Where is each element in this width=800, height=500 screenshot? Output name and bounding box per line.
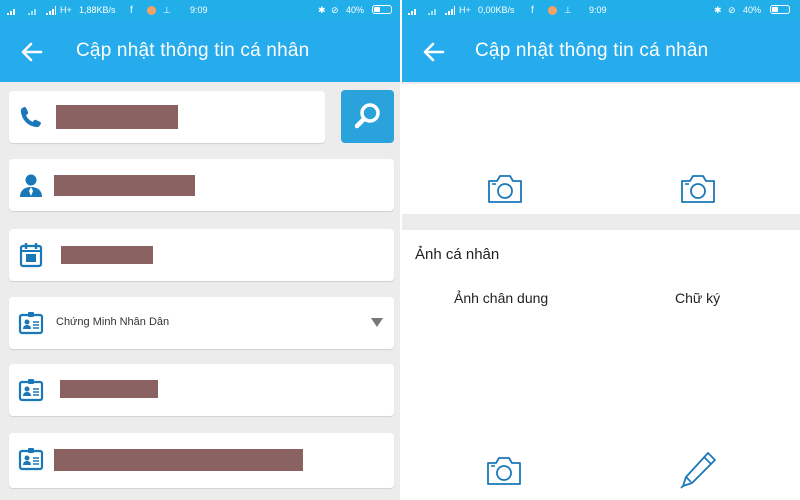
mic-icon: ⊥ [163,5,171,15]
back-arrow-icon[interactable] [19,39,45,65]
app-notification-icon [147,6,156,15]
mic-icon: ⊥ [564,5,572,15]
portrait-label: Ảnh chân dung [454,290,549,306]
rotation-icon: ⊘ [331,5,339,15]
search-icon [354,103,380,129]
app-bar: Cập nhật thông tin cá nhân [402,21,800,82]
page-title: Cập nhật thông tin cá nhân [76,40,310,61]
signal-icon [428,9,436,15]
facebook-icon: f [130,5,133,16]
facebook-icon: f [531,5,534,16]
phone-field[interactable] [9,91,325,143]
id-type-select[interactable]: Chứng Minh Nhân Dân [9,297,394,349]
rotation-icon: ⊘ [728,5,736,15]
person-icon [20,174,42,197]
battery-icon [770,5,790,14]
camera-icon[interactable] [678,173,718,205]
signature-label: Chữ ký [675,290,721,306]
redacted-value [61,246,153,264]
signal-icon [46,6,56,15]
id-issue-field[interactable] [9,433,394,488]
page-title: Cập nhật thông tin cá nhân [475,40,709,61]
personal-photo-panel: Ảnh cá nhân Ảnh chân dung Chữ ký [402,230,800,500]
pen-icon[interactable] [678,450,718,490]
camera-icon[interactable] [485,173,525,205]
redacted-value [56,105,178,129]
birthdate-field[interactable] [9,229,394,281]
section-title: Ảnh cá nhân [415,246,500,263]
fullname-field[interactable] [9,159,394,211]
data-speed: 1,88KB/s [79,5,116,15]
signal-icon [408,9,416,15]
battery-icon [372,5,392,14]
redacted-value [54,175,195,196]
battery-percent: 40% [743,5,762,15]
status-bar: H+ 1,88KB/s f ⊥ 9:09 ✱ ⊘ 40% [0,0,401,21]
data-speed: 0,00KB/s [478,5,515,15]
form-screen: H+ 1,88KB/s f ⊥ 9:09 ✱ ⊘ 40% Cập nhật th… [0,0,401,500]
redacted-value [60,380,158,398]
id-card-icon [18,448,44,471]
dropdown-arrow-icon [371,318,383,327]
search-button[interactable] [341,90,394,143]
id-number-field[interactable] [9,364,394,416]
camera-icon[interactable] [484,455,524,487]
status-bar: H+ 0,00KB/s f ⊥ 9:09 ✱ ⊘ 40% [402,0,800,21]
calendar-icon [19,243,43,268]
bluetooth-icon: ✱ [318,5,326,15]
id-card-icon [18,312,44,335]
battery-percent: 40% [346,5,365,15]
signal-icon [28,9,36,15]
id-card-icon [18,379,44,402]
signal-icon [445,6,455,15]
phone-icon [20,107,41,128]
back-arrow-icon[interactable] [421,39,447,65]
id-card-photo-panel [402,84,800,214]
app-bar: Cập nhật thông tin cá nhân [0,21,401,82]
network-type: H+ [459,5,471,15]
network-type: H+ [60,5,72,15]
id-type-value: Chứng Minh Nhân Dân [56,316,170,328]
photo-screen: H+ 0,00KB/s f ⊥ 9:09 ✱ ⊘ 40% Cập nhật th… [402,0,800,500]
clock: 9:09 [589,5,607,15]
app-notification-icon [548,6,557,15]
signal-icon [7,9,15,15]
redacted-value [54,449,303,471]
bluetooth-icon: ✱ [714,5,722,15]
clock: 9:09 [190,5,208,15]
